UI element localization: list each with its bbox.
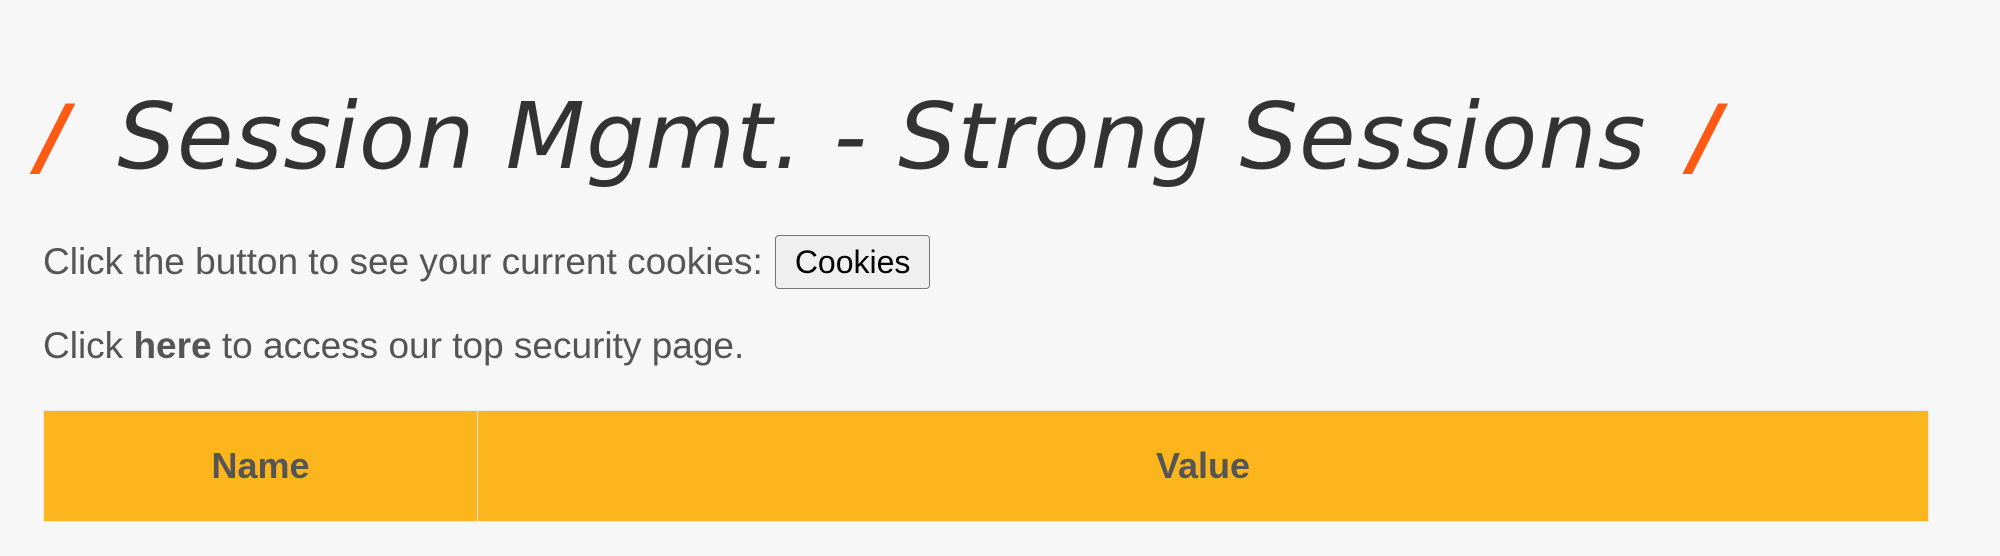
cookies-button[interactable]: Cookies — [774, 235, 931, 289]
page-title: / Session Mgmt. - Strong Sessions / — [38, 72, 1722, 202]
title-text: Session Mgmt. - Strong Sessions — [117, 83, 1647, 190]
table-header-row: Name Value — [43, 410, 1929, 522]
page: / Session Mgmt. - Strong Sessions / Clic… — [0, 0, 2000, 556]
security-line: Click here to access our top security pa… — [43, 325, 744, 367]
cookies-prompt-text: Click the button to see your current coo… — [43, 241, 763, 282]
cookies-prompt: Click the button to see your current coo… — [43, 233, 931, 291]
column-header-name: Name — [43, 410, 478, 522]
cookies-table: Name Value — [43, 410, 1929, 522]
security-line-prefix: Click — [43, 325, 134, 366]
title-left-slash: / — [38, 87, 70, 187]
column-header-value: Value — [477, 410, 1929, 522]
here-link[interactable]: here — [133, 325, 211, 366]
security-line-suffix: to access our top security page. — [211, 325, 745, 366]
title-right-slash: / — [1690, 87, 1722, 187]
